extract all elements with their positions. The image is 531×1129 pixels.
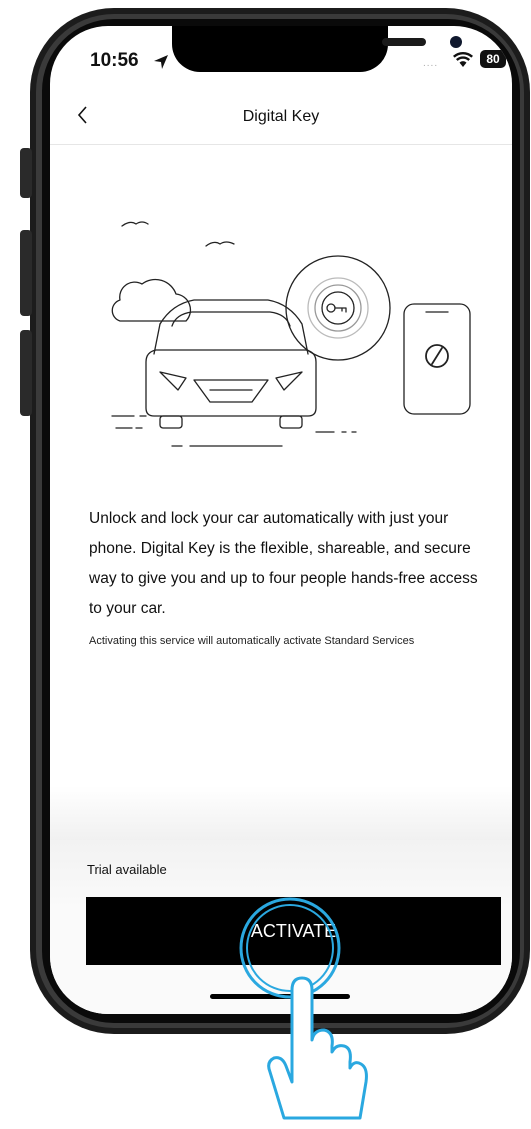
phone-screen: 10:56 .... 80 Digital Key Unlock and loc…: [50, 26, 512, 1014]
service-description: Unlock and lock your car automatically w…: [89, 510, 478, 617]
activation-disclaimer: Activating this service will automatical…: [89, 635, 415, 647]
status-bar: 10:56 .... 80: [50, 26, 512, 96]
home-indicator: [210, 994, 350, 999]
side-button: [20, 148, 32, 198]
car-with-digital-key-illustration: [111, 221, 471, 447]
speaker: [382, 38, 426, 46]
activate-button[interactable]: ACTIVATE: [86, 897, 501, 965]
activation-panel: Trial available ACTIVATE: [50, 840, 512, 1014]
cellular-signal: ....: [423, 58, 439, 69]
side-button: [20, 330, 32, 416]
trial-available-label: Trial available: [87, 862, 167, 877]
page-title: Digital Key: [242, 108, 320, 125]
notch: [172, 26, 462, 72]
side-button: [20, 230, 32, 316]
bottom-fade: [50, 786, 512, 842]
location-arrow-icon: [154, 55, 168, 69]
status-time: 10:56: [90, 50, 139, 71]
navigation-bar: Digital Key: [50, 96, 512, 145]
wifi-icon: [452, 52, 474, 67]
battery-indicator: 80: [480, 50, 506, 68]
front-camera: [450, 36, 462, 48]
